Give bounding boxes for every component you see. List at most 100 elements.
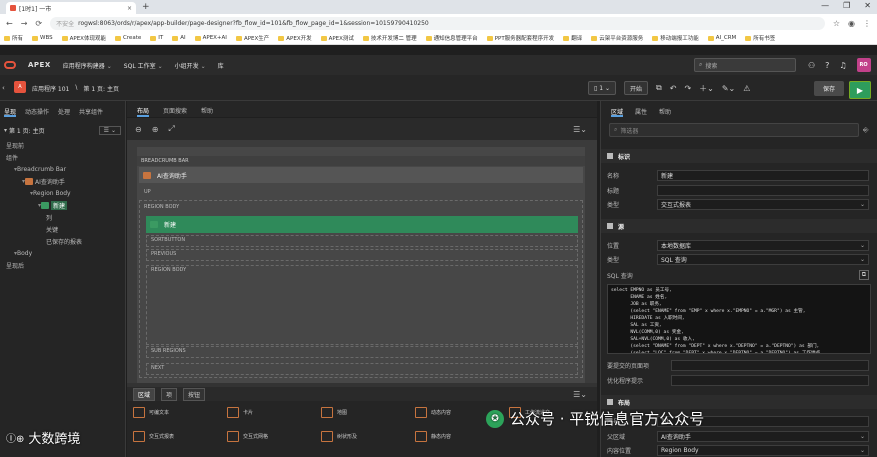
tree-node[interactable]: ▾ 新建: [0, 199, 125, 211]
menu-team-dev[interactable]: 小组开发 ⌄: [175, 61, 206, 70]
browser-tab[interactable]: [1时1] 一市 ×: [6, 2, 136, 14]
bookmark-item[interactable]: Create: [114, 35, 141, 41]
bookmark-item[interactable]: APEX开发: [278, 34, 312, 42]
close-window-icon[interactable]: ✕: [864, 1, 871, 10]
menu-app-builder[interactable]: 应用程序构建器 ⌄: [63, 61, 112, 70]
bookmark-item[interactable]: 通知信息管理平台: [425, 34, 478, 42]
tab-dynamic-actions[interactable]: 动态操作: [25, 107, 49, 117]
copy-icon[interactable]: ⧉: [656, 83, 662, 93]
apex-logo-icon[interactable]: [4, 61, 16, 69]
help-icon[interactable]: ?: [825, 61, 829, 70]
bookmark-item[interactable]: 所有: [4, 34, 23, 42]
crumb-app[interactable]: 应用程序 101: [32, 84, 69, 93]
page-selector[interactable]: ▯ 1 ⌄: [588, 81, 616, 95]
menu-icon[interactable]: ⋮: [863, 19, 871, 28]
menu-gallery[interactable]: 库: [218, 61, 224, 70]
bookmark-item[interactable]: AI: [172, 35, 186, 41]
gallery-tab-buttons[interactable]: 按钮: [183, 387, 206, 401]
tab-close-icon[interactable]: ×: [127, 5, 132, 12]
tab-rendering[interactable]: 呈现: [4, 107, 17, 117]
utilities-icon[interactable]: ✎⌄: [722, 84, 735, 93]
gallery-item[interactable]: 交互式网格: [227, 431, 268, 442]
gallery-item[interactable]: 可编文本: [133, 407, 169, 418]
position-select[interactable]: Region Body: [657, 444, 869, 456]
tree-node[interactable]: 呈现后: [0, 259, 125, 271]
expand-icon[interactable]: ⤢: [168, 124, 174, 134]
tab-attributes[interactable]: 属性: [635, 107, 647, 117]
section-layout[interactable]: 布局: [601, 395, 877, 409]
bookmark-item[interactable]: 云架平台资源服务: [591, 34, 643, 42]
crumb-page[interactable]: 第 1 页: 主页: [83, 84, 119, 93]
zoom-out-icon[interactable]: ⊖: [135, 125, 142, 134]
lock-button[interactable]: 开始: [624, 81, 649, 95]
region-new-selected[interactable]: 新建: [146, 216, 578, 233]
url-input[interactable]: 不安全 rogwsl:8063/ords/r/apex/app-builder/…: [50, 16, 825, 30]
section-identification[interactable]: 标识: [601, 149, 877, 163]
tree-node[interactable]: ▾ Region Body: [0, 187, 125, 199]
bookmark-item[interactable]: APEX+AI: [194, 35, 227, 41]
property-menu-icon[interactable]: ⎆: [863, 126, 869, 135]
filter-input[interactable]: ⌕ 筛选器: [609, 123, 859, 137]
bookmark-item[interactable]: APEX生产: [235, 34, 269, 42]
back-arrow-icon[interactable]: ‹: [2, 84, 5, 92]
bookmark-item[interactable]: AI_CRM: [707, 35, 736, 41]
zoom-in-icon[interactable]: ⊕: [152, 125, 159, 134]
tree-node[interactable]: ▾ Breadcrumb Bar: [0, 163, 125, 175]
tab-layout[interactable]: 布局: [137, 106, 150, 117]
app-badge[interactable]: A: [14, 81, 26, 93]
minimize-icon[interactable]: —: [821, 1, 829, 10]
gallery-tab-regions[interactable]: 区域: [133, 387, 156, 401]
tree-node[interactable]: ▾ AI查询助手: [0, 175, 125, 187]
forward-icon[interactable]: →: [21, 19, 28, 28]
bookmark-item[interactable]: 所有书签: [745, 34, 775, 42]
tab-page-search[interactable]: 页面搜索: [163, 106, 187, 117]
source-type-select[interactable]: SQL 查询: [657, 253, 869, 265]
region-ai-assistant[interactable]: AI查询助手: [139, 167, 583, 183]
add-icon[interactable]: ＋⌄: [699, 83, 714, 94]
undo-icon[interactable]: ↶: [670, 84, 677, 93]
save-button[interactable]: 保存: [814, 81, 844, 96]
tab-region[interactable]: 区域: [611, 107, 624, 117]
tree-menu-button[interactable]: ☰ ⌄: [98, 125, 121, 135]
apex-brand[interactable]: APEX: [28, 61, 51, 69]
redo-icon[interactable]: ↷: [684, 84, 691, 93]
tree-node[interactable]: ▾ Body: [0, 247, 125, 259]
tab-right-help[interactable]: 帮助: [659, 107, 671, 117]
bookmark-item[interactable]: 移动端报工功能: [652, 34, 699, 42]
bookmark-item[interactable]: IT: [150, 35, 163, 41]
gallery-item[interactable]: 交互式报表: [133, 431, 174, 442]
slot-region-body[interactable]: REGION BODY: [144, 204, 179, 210]
canvas-menu-icon[interactable]: ☰⌄: [573, 125, 587, 134]
tab-help[interactable]: 帮助: [201, 106, 213, 117]
location-select[interactable]: 本地数据库: [657, 239, 869, 251]
tree-node[interactable]: 关键: [0, 223, 125, 235]
profile-icon[interactable]: ◉: [848, 19, 855, 28]
slot-next[interactable]: NEXT: [146, 363, 578, 375]
tree-node[interactable]: 呈现前: [0, 139, 125, 151]
tree-node[interactable]: 列: [0, 211, 125, 223]
breadcrumb-bar-slot[interactable]: BREADCRUMB BAR: [137, 156, 585, 166]
page-items-field[interactable]: [671, 359, 869, 371]
tab-shared-components[interactable]: 共享组件: [79, 107, 103, 117]
bookmark-item[interactable]: 翻译: [563, 34, 582, 42]
gallery-item[interactable]: 地图: [321, 407, 347, 418]
slot-region-body-inner[interactable]: REGION BODY: [146, 265, 578, 345]
tree-node[interactable]: 已保存的报表: [0, 235, 125, 247]
slot-up[interactable]: UP: [144, 189, 151, 195]
bookmark-item[interactable]: APEX测试: [320, 34, 354, 42]
slot-previous-box[interactable]: PREVIOUS: [146, 249, 578, 261]
user-icon[interactable]: ⚇: [808, 61, 815, 70]
maximize-icon[interactable]: ❐: [843, 1, 850, 10]
parent-select[interactable]: AI查询助手: [657, 430, 869, 442]
bell-icon[interactable]: ♫: [839, 61, 846, 70]
tab-processing[interactable]: 处理: [58, 107, 70, 117]
gallery-item[interactable]: 静态内容: [415, 431, 451, 442]
gallery-item[interactable]: 树状形及: [321, 431, 357, 442]
apex-search-input[interactable]: ⌕ 搜索: [694, 58, 796, 72]
security-indicator[interactable]: 不安全: [56, 19, 74, 28]
bookmark-item[interactable]: 技术开发博二 管理: [362, 34, 417, 42]
name-field[interactable]: 新建: [657, 169, 869, 181]
type-select[interactable]: 交互式报表: [657, 198, 869, 210]
slot-sort-box[interactable]: SORTBUTTON: [146, 235, 578, 247]
title-field[interactable]: [657, 184, 869, 196]
